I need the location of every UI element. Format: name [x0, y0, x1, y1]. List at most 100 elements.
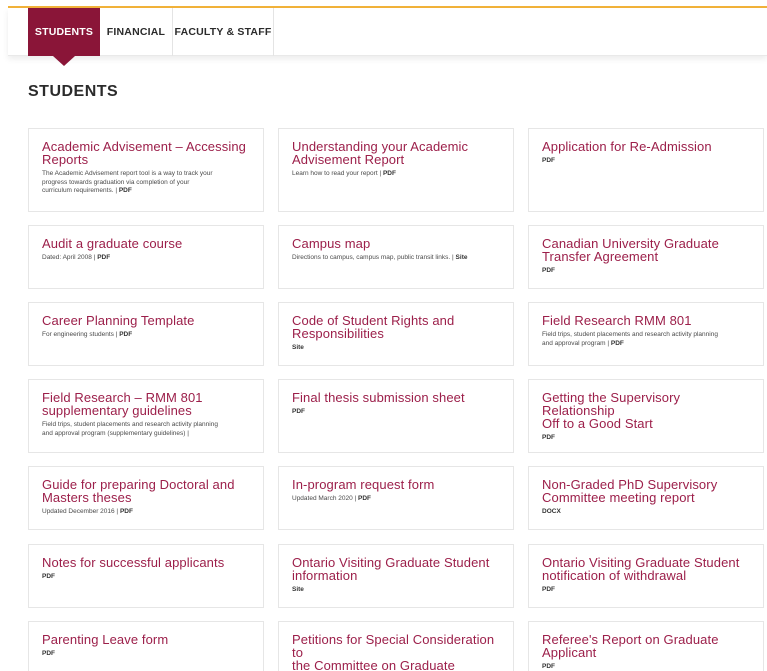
- resource-card-title[interactable]: In-program request form: [292, 478, 500, 491]
- resource-card-description: PDF: [542, 157, 750, 166]
- resource-card-description-text: Learn how to read your report |: [292, 170, 382, 177]
- resource-card-description-line: Site: [292, 586, 500, 595]
- tab-label: FINANCIAL: [106, 26, 166, 38]
- resource-type-tag: PDF: [542, 267, 555, 274]
- resource-card[interactable]: Canadian University Graduate Transfer Agr…: [528, 225, 764, 289]
- resource-card-description-line: Field trips, student placements and rese…: [42, 421, 250, 430]
- resource-card[interactable]: Petitions for Special Consideration to th…: [278, 621, 514, 671]
- resource-card[interactable]: Final thesis submission sheet PDF: [278, 379, 514, 453]
- resource-card-description-line: DOCX: [542, 508, 750, 517]
- resource-card-description: PDF: [542, 663, 750, 671]
- resource-card-title-line: Getting the Supervisory Relationship: [542, 390, 681, 418]
- resource-card-description-line: PDF: [542, 434, 750, 443]
- resource-type-tag: PDF: [42, 573, 55, 580]
- resource-card-description-line: PDF: [542, 267, 750, 276]
- resource-card-title-line: Advisement Report: [292, 152, 405, 167]
- resource-card[interactable]: Audit a graduate course Dated: April 2008…: [28, 225, 264, 289]
- resource-card-description-line: The Academic Advisement report tool is a…: [42, 170, 250, 179]
- resource-card-description-text: Dated: April 2008 |: [42, 254, 96, 261]
- resource-card-title[interactable]: Guide for preparing Doctoral and Masters …: [42, 478, 250, 504]
- resource-card-title[interactable]: Notes for successful applicants: [42, 556, 250, 569]
- resource-card[interactable]: Application for Re-Admission PDF: [528, 128, 764, 212]
- resource-card-description-line: PDF: [42, 573, 250, 582]
- resource-card-title[interactable]: Petitions for Special Consideration to th…: [292, 633, 500, 671]
- resource-card-title-line: Petitions for Special Consideration to: [292, 632, 495, 660]
- resource-card[interactable]: Parenting Leave form PDF: [28, 621, 264, 671]
- resource-card-title[interactable]: Getting the Supervisory Relationship Off …: [542, 391, 750, 430]
- resource-card[interactable]: Guide for preparing Doctoral and Masters …: [28, 466, 264, 530]
- resource-card-title-line: Applicant: [542, 645, 597, 660]
- resource-card-description-line: Directions to campus, campus map, public…: [292, 254, 500, 263]
- resource-card-description-text: Field trips, student placements and rese…: [42, 421, 218, 428]
- resource-card-title[interactable]: Final thesis submission sheet: [292, 391, 500, 404]
- resource-card-description-text: Updated March 2020 |: [292, 495, 357, 502]
- resource-card[interactable]: Campus map Directions to campus, campus m…: [278, 225, 514, 289]
- resource-card-title[interactable]: Understanding your Academic Advisement Re…: [292, 140, 500, 166]
- resource-card[interactable]: Non-Graded PhD Supervisory Committee meet…: [528, 466, 764, 530]
- resource-card[interactable]: Ontario Visiting Graduate Student informa…: [278, 544, 514, 608]
- resource-card-description-text: progress towards graduation via completi…: [42, 178, 190, 186]
- resource-card-title[interactable]: Career Planning Template: [42, 314, 250, 327]
- resource-card-title-line: Masters theses: [42, 490, 132, 505]
- resource-card-title[interactable]: Non-Graded PhD Supervisory Committee meet…: [542, 478, 750, 504]
- tab-faculty-staff[interactable]: FACULTY & STAFF: [173, 8, 274, 56]
- resource-card-title-line: information: [292, 568, 358, 583]
- resource-type-tag: Site: [455, 254, 468, 261]
- resource-card-title-line: In-program request form: [292, 477, 435, 492]
- resource-card-title-line: Reports: [42, 152, 89, 167]
- resource-card[interactable]: Field Research – RMM 801 supplementary gu…: [28, 379, 264, 453]
- resource-card-description: Updated December 2016 | PDF: [42, 508, 250, 517]
- resource-card[interactable]: Ontario Visiting Graduate Student notific…: [528, 544, 764, 608]
- resource-card-title[interactable]: Field Research RMM 801: [542, 314, 750, 327]
- resource-card[interactable]: Notes for successful applicants PDF: [28, 544, 264, 608]
- resource-card-title[interactable]: Academic Advisement – Accessing Reports: [42, 140, 250, 166]
- resource-card[interactable]: Code of Student Rights and Responsibiliti…: [278, 302, 514, 366]
- resource-card-title[interactable]: Campus map: [292, 237, 500, 250]
- resource-card-description: Site: [292, 344, 500, 353]
- resource-card-title[interactable]: Audit a graduate course: [42, 237, 250, 250]
- resource-type-tag: Site: [292, 586, 304, 593]
- resource-card[interactable]: Understanding your Academic Advisement Re…: [278, 128, 514, 212]
- resource-card[interactable]: Career Planning Template For engineering …: [28, 302, 264, 366]
- resource-card-description-line: Dated: April 2008 | PDF: [42, 254, 250, 263]
- resource-card-title-line: Parenting Leave form: [42, 632, 169, 647]
- resource-type-tag: PDF: [292, 408, 305, 415]
- resource-card-title[interactable]: Ontario Visiting Graduate Student notific…: [542, 556, 750, 582]
- resource-card-title[interactable]: Canadian University Graduate Transfer Agr…: [542, 237, 750, 263]
- resource-card-title-line: Field Research RMM 801: [542, 313, 692, 328]
- resource-type-tag: PDF: [119, 331, 133, 338]
- resource-card-description: PDF: [542, 434, 750, 443]
- resource-card-title[interactable]: Referee's Report on Graduate Applicant: [542, 633, 750, 659]
- resource-card-title-line: Application for Re-Admission: [542, 139, 712, 154]
- resource-card-title[interactable]: Application for Re-Admission: [542, 140, 750, 153]
- resource-card[interactable]: Getting the Supervisory Relationship Off …: [528, 379, 764, 453]
- resource-card-title-line: Notes for successful applicants: [42, 555, 225, 570]
- resource-type-tag: PDF: [542, 434, 555, 441]
- resource-card-title-line: Campus map: [292, 236, 371, 251]
- resource-card-description-text: For engineering students |: [42, 331, 118, 338]
- resource-card-title-line: Career Planning Template: [42, 313, 195, 328]
- resource-card-description-line: PDF: [542, 157, 750, 166]
- resource-card-title[interactable]: Ontario Visiting Graduate Student informa…: [292, 556, 500, 582]
- tab-label: FACULTY & STAFF: [174, 26, 272, 38]
- resource-card-title-line: notification of withdrawal: [542, 568, 687, 583]
- resource-card[interactable]: Referee's Report on Graduate Applicant PDF: [528, 621, 764, 671]
- resource-card-description: Field trips, student placements and rese…: [42, 421, 250, 438]
- resource-card[interactable]: Academic Advisement – Accessing Reports Th…: [28, 128, 264, 212]
- resource-card-description-line: and approval program | PDF: [542, 340, 750, 349]
- resource-card-title-line: supplementary guidelines: [42, 403, 192, 418]
- resource-card-description-line: progress towards graduation via completi…: [42, 179, 250, 188]
- resource-card-description-text: Field trips, student placements and rese…: [542, 331, 718, 338]
- resource-card[interactable]: In-program request form Updated March 202…: [278, 466, 514, 530]
- tab-financial[interactable]: FINANCIAL: [100, 8, 173, 56]
- active-tab-pointer: [53, 56, 75, 66]
- resource-card[interactable]: Field Research RMM 801 Field trips, stude…: [528, 302, 764, 366]
- resource-type-tag: PDF: [358, 495, 372, 502]
- resource-card-title[interactable]: Code of Student Rights and Responsibiliti…: [292, 314, 500, 340]
- resource-card-description-line: curriculum requirements. | PDF: [42, 187, 250, 196]
- resource-type-tag: PDF: [119, 508, 133, 515]
- resource-card-title[interactable]: Field Research – RMM 801 supplementary gu…: [42, 391, 250, 417]
- tab-students[interactable]: STUDENTS: [28, 8, 100, 66]
- resource-card-title[interactable]: Parenting Leave form: [42, 633, 250, 646]
- resource-card-description-line: Updated December 2016 | PDF: [42, 508, 250, 517]
